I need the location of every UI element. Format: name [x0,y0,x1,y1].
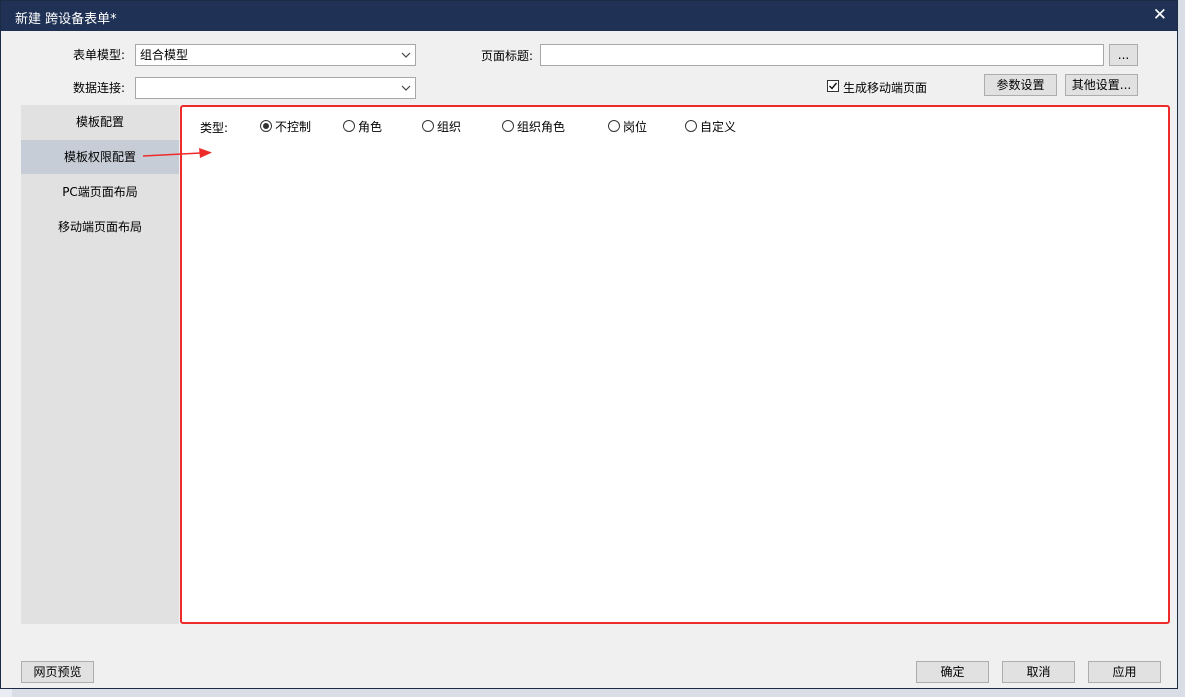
radio-label: 自定义 [700,119,737,134]
radio-label: 角色 [358,119,383,134]
apply-button[interactable]: 应用 [1088,661,1161,683]
sidebar-item-template-config[interactable]: 模板配置 [21,105,179,139]
model-label: 表单模型: [73,48,126,62]
radio-no-control[interactable]: 不控制 [260,119,312,134]
close-icon[interactable]: ✕ [1153,5,1167,25]
dialog-window: 新建 跨设备表单* ✕ 表单模型: 组合模型 页面标题: ... 数据连接: 生… [0,0,1178,689]
mobile-page-label: 生成移动端页面 [843,81,928,95]
web-preview-button[interactable]: 网页预览 [21,661,94,683]
browse-button[interactable]: ... [1109,44,1138,66]
radio-circle [260,120,272,132]
radio-circle [608,120,620,132]
page-title-label: 页面标题: [481,49,534,63]
model-select[interactable]: 组合模型 [135,44,416,66]
radio-label: 不控制 [275,119,312,134]
permission-panel: 类型: 不控制 角色 组织 组织角色 岗位 自定义 [180,105,1170,624]
permission-type-label: 类型: [200,121,229,135]
model-select-value: 组合模型 [140,48,189,62]
radio-label: 组织 [437,119,462,134]
radio-label: 组织角色 [517,119,566,134]
data-connection-select[interactable] [135,77,416,99]
ok-button[interactable]: 确定 [916,661,989,683]
mobile-page-checkbox[interactable] [827,80,839,92]
dialog-titlebar: 新建 跨设备表单* ✕ [1,1,1177,31]
sidebar-nav: 模板配置 模板权限配置 PC端页面布局 移动端页面布局 [21,105,179,624]
dialog-title: 新建 跨设备表单* [15,12,117,27]
radio-circle [685,120,697,132]
radio-custom[interactable]: 自定义 [685,119,737,134]
radio-circle [422,120,434,132]
checkmark-icon [829,82,838,90]
sidebar-item-mobile-layout[interactable]: 移动端页面布局 [21,210,179,244]
cancel-button[interactable]: 取消 [1002,661,1075,683]
page-title-input[interactable] [540,44,1104,66]
radio-position[interactable]: 岗位 [608,119,648,134]
data-connection-label: 数据连接: [73,81,126,95]
chevron-down-icon [401,45,411,72]
chevron-down-icon [401,78,411,105]
radio-org[interactable]: 组织 [422,119,462,134]
radio-circle [502,120,514,132]
radio-label: 岗位 [623,119,648,134]
radio-circle [343,120,355,132]
other-settings-button[interactable]: 其他设置... [1065,74,1138,96]
annotation-arrow-icon [142,148,212,158]
radio-role[interactable]: 角色 [343,119,383,134]
radio-org-role[interactable]: 组织角色 [502,119,566,134]
param-settings-button[interactable]: 参数设置 [984,74,1057,96]
sidebar-item-pc-layout[interactable]: PC端页面布局 [21,175,179,209]
